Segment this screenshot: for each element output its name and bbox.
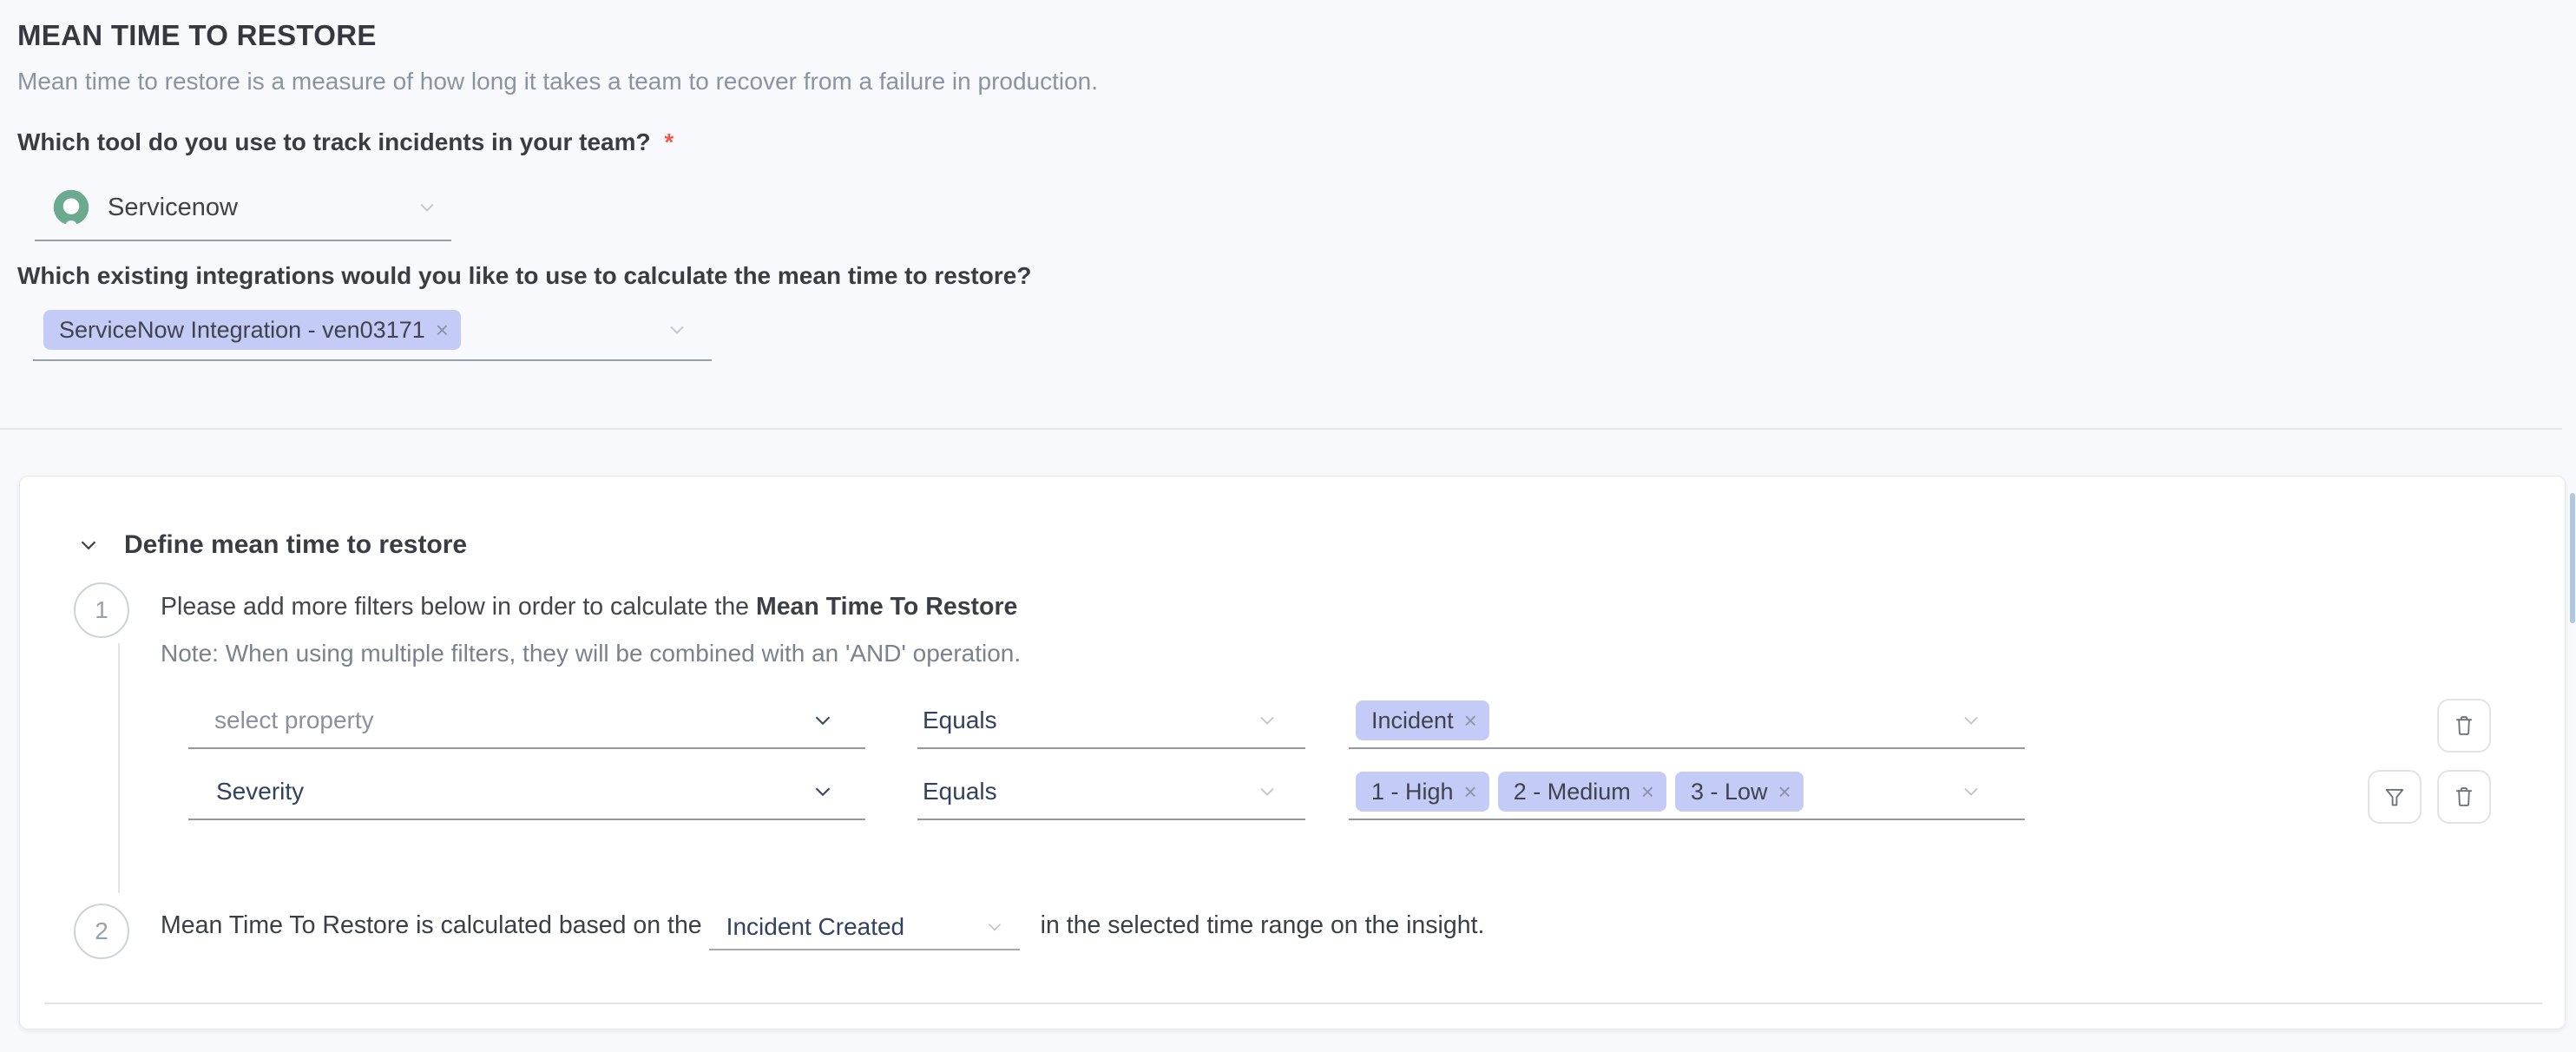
filter-2-values-multiselect[interactable]: 1 - High × 2 - Medium × 3 - Low × <box>1349 765 2025 820</box>
tool-question-text: Which tool do you use to track incidents… <box>17 128 651 155</box>
filter-2-operator-select[interactable]: Equals <box>917 765 1305 820</box>
filter-1-operator-select[interactable]: Equals <box>917 694 1305 749</box>
chevron-down-icon <box>1255 779 1279 804</box>
step-1-note: Note: When using multiple filters, they … <box>161 640 1021 667</box>
step-1-text-bold: Mean Time To Restore <box>756 593 1017 621</box>
step-connector-line <box>118 643 120 893</box>
servicenow-logo-icon <box>52 188 90 227</box>
filter-1-values-multiselect[interactable]: Incident × <box>1349 694 2025 749</box>
tool-select-value: Servicenow <box>108 194 238 222</box>
chevron-down-icon <box>1255 708 1279 733</box>
scrollbar-thumb[interactable] <box>2570 493 2575 623</box>
chip-remove-icon[interactable]: × <box>1641 779 1654 805</box>
chevron-down-icon <box>415 195 439 220</box>
chevron-down-icon <box>1959 779 1983 804</box>
panel-header[interactable]: Define mean time to restore <box>76 530 467 560</box>
tool-select[interactable]: Servicenow <box>35 175 451 241</box>
mean-time-to-restore-page: MEAN TIME TO RESTORE Mean time to restor… <box>0 0 2576 1052</box>
page-subtitle: Mean time to restore is a measure of how… <box>17 68 1098 95</box>
collapse-chevron-icon[interactable] <box>76 532 102 558</box>
step-1-instruction: Please add more filters below in order t… <box>161 593 1017 621</box>
filter-1-property-placeholder: select property <box>214 707 374 734</box>
chevron-down-icon <box>1959 708 1983 733</box>
step-2-text-after: in the selected time range on the insigh… <box>1041 911 1485 950</box>
chip-remove-icon[interactable]: × <box>1464 707 1477 734</box>
trash-icon <box>2451 784 2477 810</box>
step-1-badge: 1 <box>74 582 129 638</box>
filter-2-advanced-filter-button[interactable] <box>2368 770 2422 824</box>
tool-question-label: Which tool do you use to track incidents… <box>17 128 674 156</box>
filter-value-chip: 2 - Medium × <box>1498 772 1666 812</box>
filter-value-chip: 3 - Low × <box>1675 772 1804 812</box>
timestamp-select[interactable]: Incident Created <box>709 905 1020 950</box>
step-2-sentence: Mean Time To Restore is calculated based… <box>161 905 1484 950</box>
chip-label: Incident <box>1371 707 1454 734</box>
chip-remove-icon[interactable]: × <box>436 317 449 344</box>
panel-title: Define mean time to restore <box>124 530 467 560</box>
chip-label: 1 - High <box>1371 779 1454 805</box>
chip-label: 2 - Medium <box>1514 779 1631 805</box>
step-2-badge: 2 <box>74 904 129 959</box>
chevron-down-icon <box>810 707 836 733</box>
required-asterisk: * <box>664 128 674 155</box>
filter-2-delete-button[interactable] <box>2437 770 2491 824</box>
step-2-text-before: Mean Time To Restore is calculated based… <box>161 911 702 950</box>
trash-icon <box>2451 713 2477 739</box>
chevron-down-icon <box>983 916 1006 938</box>
chip-remove-icon[interactable]: × <box>1778 779 1791 805</box>
filter-funnel-icon <box>2382 784 2408 810</box>
page-title: MEAN TIME TO RESTORE <box>17 19 377 52</box>
integration-question-label: Which existing integrations would you li… <box>17 262 1031 290</box>
timestamp-select-value: Incident Created <box>726 913 904 941</box>
step-1-text: Please add more filters below in order t… <box>161 593 756 621</box>
chevron-down-icon <box>810 779 836 805</box>
section-divider <box>0 428 2562 430</box>
chevron-down-icon <box>665 318 689 342</box>
filter-2-operator-value: Equals <box>923 778 997 805</box>
filter-2-property-value: Severity <box>216 778 304 805</box>
filter-1-operator-value: Equals <box>923 707 997 734</box>
filter-2-property-select[interactable]: Severity <box>188 765 865 820</box>
filter-1-property-select[interactable]: select property <box>188 694 865 749</box>
filter-value-chip: Incident × <box>1356 700 1489 740</box>
chip-label: ServiceNow Integration - ven03171 <box>59 317 425 344</box>
integration-chip: ServiceNow Integration - ven03171 × <box>43 310 461 350</box>
define-mttr-panel: Define mean time to restore 1 Please add… <box>19 476 2566 1029</box>
filter-1-delete-button[interactable] <box>2437 699 2491 753</box>
filter-value-chip: 1 - High × <box>1356 772 1489 812</box>
chip-label: 3 - Low <box>1691 779 1768 805</box>
chip-remove-icon[interactable]: × <box>1464 779 1477 805</box>
panel-footer-divider <box>44 1003 2542 1004</box>
integration-multiselect[interactable]: ServiceNow Integration - ven03171 × <box>33 300 712 361</box>
